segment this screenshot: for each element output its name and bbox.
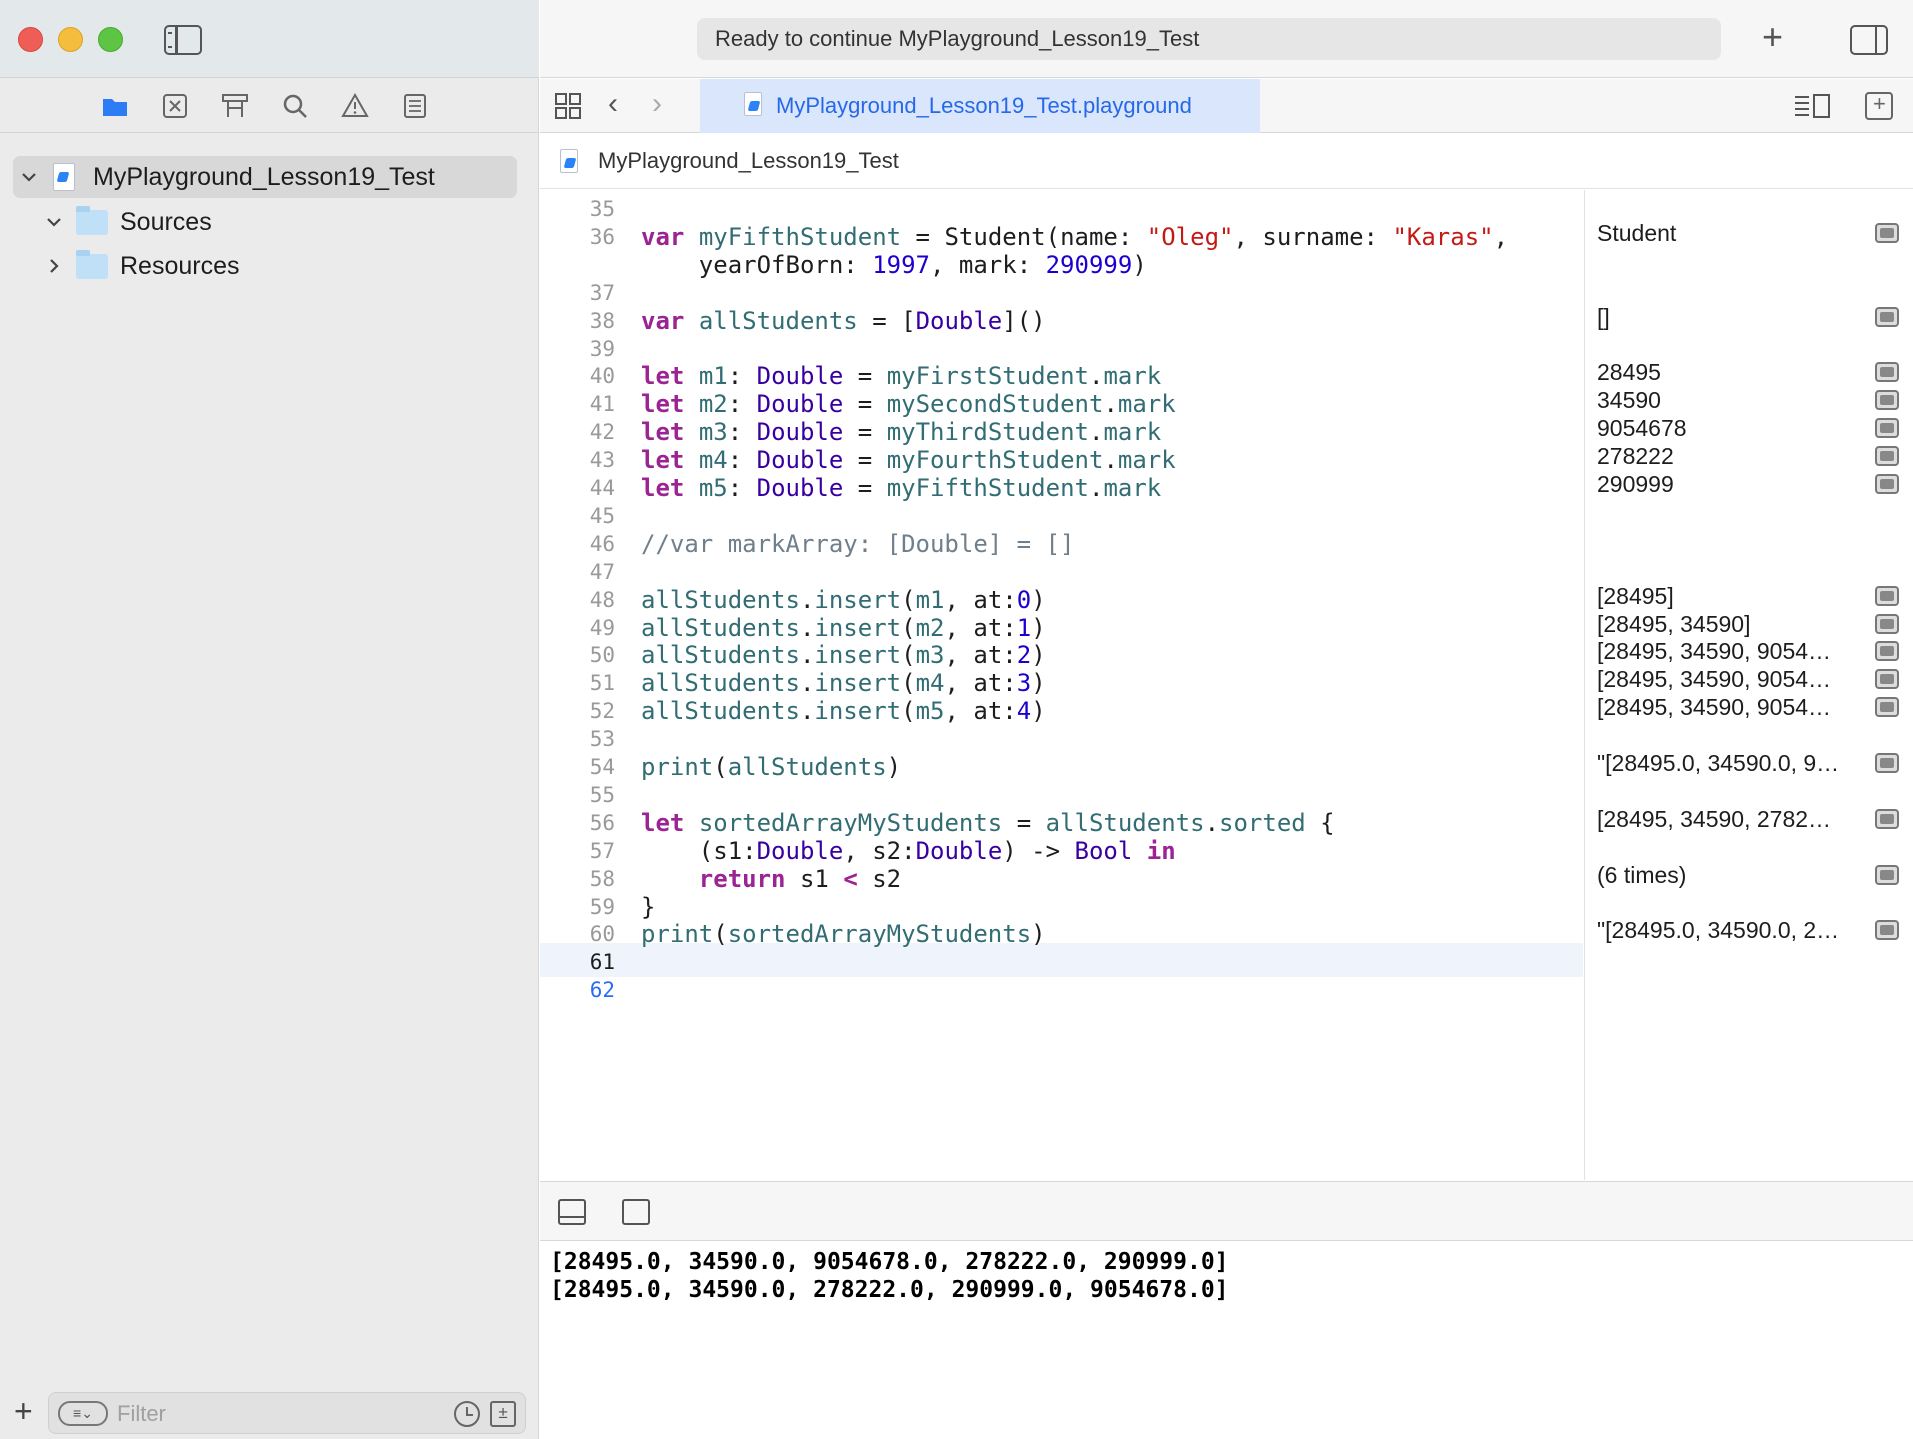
chevron-down-icon[interactable] — [44, 212, 64, 232]
symbol-icon[interactable] — [220, 91, 250, 121]
tree-item-sources[interactable]: Sources — [44, 202, 212, 242]
forward-chevron-icon[interactable]: › — [652, 87, 662, 121]
console-output[interactable]: [28495.0, 34590.0, 9054678.0, 278222.0, … — [540, 1242, 1913, 1439]
jump-bar: MyPlayground_Lesson19_Test — [540, 134, 1913, 189]
result-row: [] — [1585, 300, 1913, 334]
quick-look-icon[interactable] — [1875, 446, 1899, 467]
inspector-toggle-icon[interactable] — [1850, 25, 1888, 55]
quick-look-icon[interactable] — [1875, 808, 1899, 829]
filter-options-icon[interactable]: ≡⌄ — [58, 1401, 108, 1426]
console-line: [28495.0, 34590.0, 278222.0, 290999.0, 9… — [550, 1277, 1229, 1303]
main-editor-area: Ready to continue MyPlayground_Lesson19_… — [540, 0, 1913, 1439]
tree-item-label: MyPlayground_Lesson19_Test — [93, 162, 435, 191]
related-items-grid-icon[interactable] — [554, 92, 582, 120]
window-toolbar: Ready to continue MyPlayground_Lesson19_… — [540, 0, 1913, 78]
recent-files-icon[interactable] — [454, 1401, 480, 1427]
quick-look-icon[interactable] — [1875, 474, 1899, 494]
warning-icon[interactable] — [340, 91, 370, 121]
library-plus-button[interactable]: + — [1762, 19, 1783, 55]
result-value: 290999 — [1597, 471, 1674, 497]
line-number: 62 — [589, 978, 615, 1003]
quick-look-icon[interactable] — [1875, 362, 1899, 383]
navigator-selector-bar — [0, 79, 539, 133]
navigator-sidebar: MyPlayground_Lesson19_Test Sources Resou… — [0, 0, 539, 1439]
add-file-button[interactable]: + — [14, 1395, 33, 1427]
playground-file-icon — [53, 163, 75, 191]
result-row: "[28495.0, 34590.0, 2… — [1585, 913, 1913, 947]
playground-file-icon — [744, 92, 762, 116]
add-editor-icon[interactable] — [1865, 91, 1893, 120]
source-control-filter-icon[interactable]: ± — [490, 1401, 516, 1427]
result-row: 290999 — [1585, 467, 1913, 501]
tree-item-label: Resources — [120, 251, 240, 280]
tab-bar: ‹ › MyPlayground_Lesson19_Test.playgroun… — [540, 79, 1913, 133]
editor-options-icon[interactable] — [1793, 93, 1831, 119]
result-value: "[28495.0, 34590.0, 2… — [1597, 917, 1840, 944]
quick-look-icon[interactable] — [1875, 222, 1899, 243]
result-row: "[28495.0, 34590.0, 9… — [1585, 746, 1913, 780]
activity-viewer: Ready to continue MyPlayground_Lesson19_… — [697, 18, 1721, 60]
quick-look-icon[interactable] — [1875, 864, 1899, 885]
folder-icon[interactable] — [100, 91, 130, 121]
result-value: Student — [1597, 219, 1677, 246]
quick-look-icon[interactable] — [1875, 585, 1899, 606]
report-icon[interactable] — [400, 91, 430, 121]
tree-item-label: Sources — [120, 207, 212, 236]
results-sidebar: Student[] 28495 34590 9054678 278222 290999 [2… — [1584, 190, 1913, 1180]
folder-icon — [76, 205, 108, 235]
close-window-button[interactable] — [18, 27, 43, 52]
sidebar-titlebar — [0, 0, 539, 78]
result-value: "[28495.0, 34590.0, 9… — [1597, 750, 1840, 776]
quick-look-icon[interactable] — [1875, 669, 1899, 690]
result-value: [] — [1597, 303, 1610, 330]
back-chevron-icon[interactable]: ‹ — [608, 87, 618, 121]
filter-bar: + ≡⌄ ± — [0, 1388, 539, 1439]
chevron-right-icon[interactable] — [44, 256, 64, 276]
quick-look-icon[interactable] — [1875, 920, 1899, 941]
result-value: [28495, 34590, 2782… — [1597, 805, 1832, 832]
debug-bar — [540, 1181, 1913, 1241]
folder-icon — [76, 249, 108, 279]
result-row: [28495, 34590, 9054… — [1585, 690, 1913, 724]
code-editor[interactable]: 35 36 var myFifthStudent = Student(name: "… — [540, 190, 1583, 1180]
tab-label: MyPlayground_Lesson19_Test.playground — [776, 93, 1192, 118]
jump-bar-item[interactable]: MyPlayground_Lesson19_Test — [598, 148, 899, 174]
result-row: Student — [1585, 216, 1913, 250]
filter-field: ≡⌄ ± — [48, 1392, 526, 1434]
quick-look-icon[interactable] — [1875, 613, 1899, 634]
code-line[interactable]: 62 — [540, 973, 1583, 1007]
quick-look-icon[interactable] — [1875, 697, 1899, 718]
result-row: [28495, 34590, 2782… — [1585, 802, 1913, 836]
quick-look-icon[interactable] — [1875, 641, 1899, 662]
quick-look-icon[interactable] — [1875, 753, 1899, 773]
minimize-window-button[interactable] — [58, 27, 83, 52]
toggle-console-icon[interactable] — [622, 1199, 650, 1225]
result-row: (6 times) — [1585, 858, 1913, 892]
quick-look-icon[interactable] — [1875, 306, 1899, 327]
search-icon[interactable] — [280, 91, 310, 121]
result-value: [28495, 34590, 9054… — [1597, 694, 1832, 721]
hide-debug-area-icon[interactable] — [558, 1199, 586, 1225]
console-line: [28495.0, 34590.0, 9054678.0, 278222.0, … — [550, 1249, 1229, 1275]
quick-look-icon[interactable] — [1875, 418, 1899, 439]
quick-look-icon[interactable] — [1875, 390, 1899, 411]
playground-file-icon — [560, 149, 578, 173]
zoom-window-button[interactable] — [98, 27, 123, 52]
sidebar-toggle-icon[interactable] — [164, 25, 202, 55]
filter-input[interactable] — [117, 1399, 437, 1429]
chevron-down-icon[interactable] — [19, 167, 39, 187]
tree-item-resources[interactable]: Resources — [44, 246, 240, 286]
tree-item-project[interactable]: MyPlayground_Lesson19_Test — [13, 156, 517, 198]
source-control-icon[interactable] — [160, 91, 190, 121]
result-value: (6 times) — [1597, 861, 1687, 888]
tab-playground[interactable]: MyPlayground_Lesson19_Test.playground — [700, 79, 1260, 133]
